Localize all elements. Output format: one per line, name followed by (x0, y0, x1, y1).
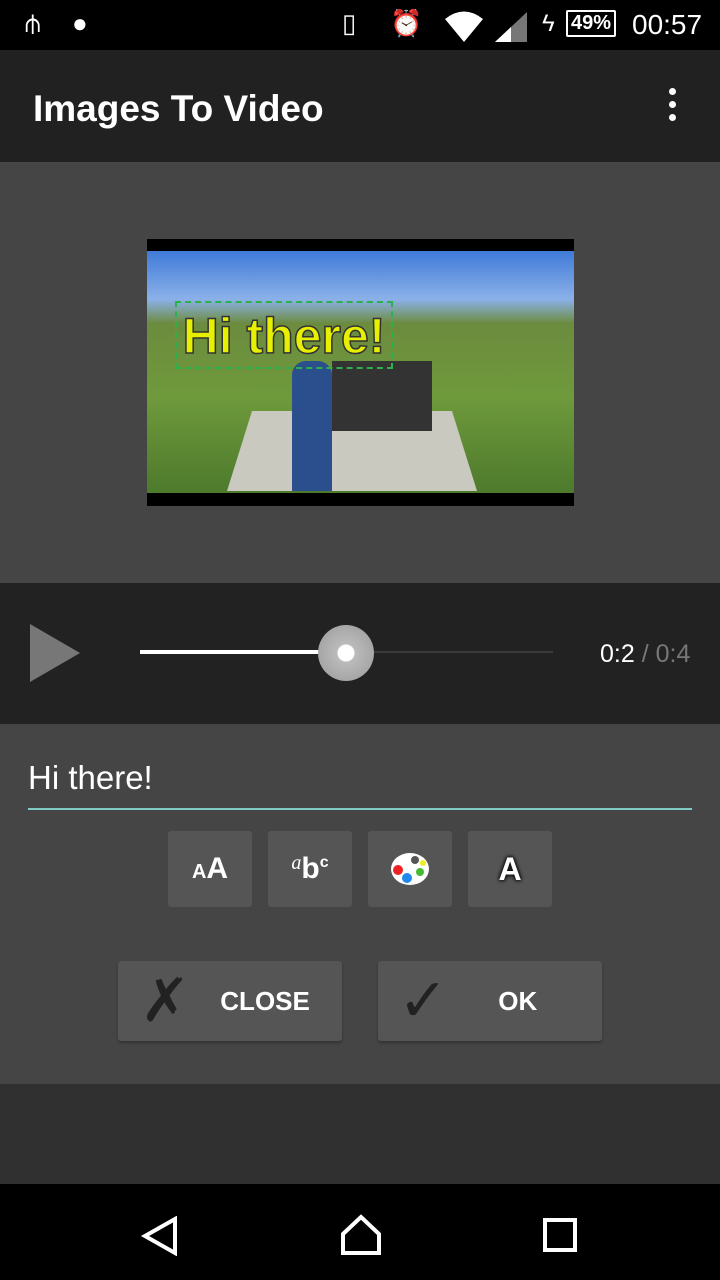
close-label: CLOSE (220, 985, 310, 1016)
usb-icon: ⫛ (25, 8, 41, 38)
video-preview[interactable]: Hi there! (147, 239, 574, 506)
status-bar: ⫛ ● ▯ ⏰ ϟ 49% 00:57 (0, 0, 720, 50)
time-separator: / (634, 640, 656, 668)
font-style-button[interactable]: abc (268, 831, 352, 907)
text-outline-icon: A (498, 850, 522, 887)
current-time: 0:2 (600, 640, 635, 668)
wifi-icon (445, 11, 483, 42)
text-size-icon: AA (191, 852, 229, 885)
preview-image: Hi there! (147, 251, 574, 493)
time-readout: 0:2 / 0:4 (600, 640, 690, 669)
text-size-button[interactable]: AA (168, 831, 252, 907)
home-icon[interactable] (340, 1214, 382, 1256)
monument (332, 361, 432, 431)
signal-icon (495, 12, 527, 42)
recents-icon[interactable] (543, 1218, 577, 1252)
seek-progress (140, 650, 346, 654)
ok-button[interactable]: ✓ OK (378, 961, 602, 1041)
vibrate-icon: ▯ (342, 8, 357, 38)
color-palette-icon (391, 853, 429, 885)
person (292, 361, 332, 491)
app-title: Images To Video (33, 88, 324, 129)
navigation-bar (0, 1184, 720, 1280)
close-icon: ✗ (140, 966, 191, 1036)
seek-thumb[interactable] (318, 625, 374, 681)
close-button[interactable]: ✗ CLOSE (118, 961, 342, 1041)
overlay-text-input[interactable] (28, 748, 692, 810)
text-outline-button[interactable]: A (468, 831, 552, 907)
ok-label: OK (498, 985, 538, 1016)
color-button[interactable] (368, 831, 452, 907)
total-time: 0:4 (655, 640, 691, 668)
alarm-icon: ⏰ (390, 8, 423, 38)
clock: 00:57 (632, 9, 703, 40)
overlay-text: Hi there! (182, 307, 386, 365)
more-vert-icon[interactable] (660, 88, 684, 128)
font-style-icon: abc (291, 852, 329, 885)
text-overlay-box[interactable]: Hi there! (175, 301, 393, 369)
battery-icon: 49% (566, 10, 617, 37)
check-icon: ✓ (398, 966, 449, 1036)
back-icon[interactable] (140, 1216, 180, 1256)
play-icon[interactable] (30, 624, 80, 682)
charging-icon: ϟ (542, 10, 555, 37)
android-icon: ● (72, 8, 88, 38)
